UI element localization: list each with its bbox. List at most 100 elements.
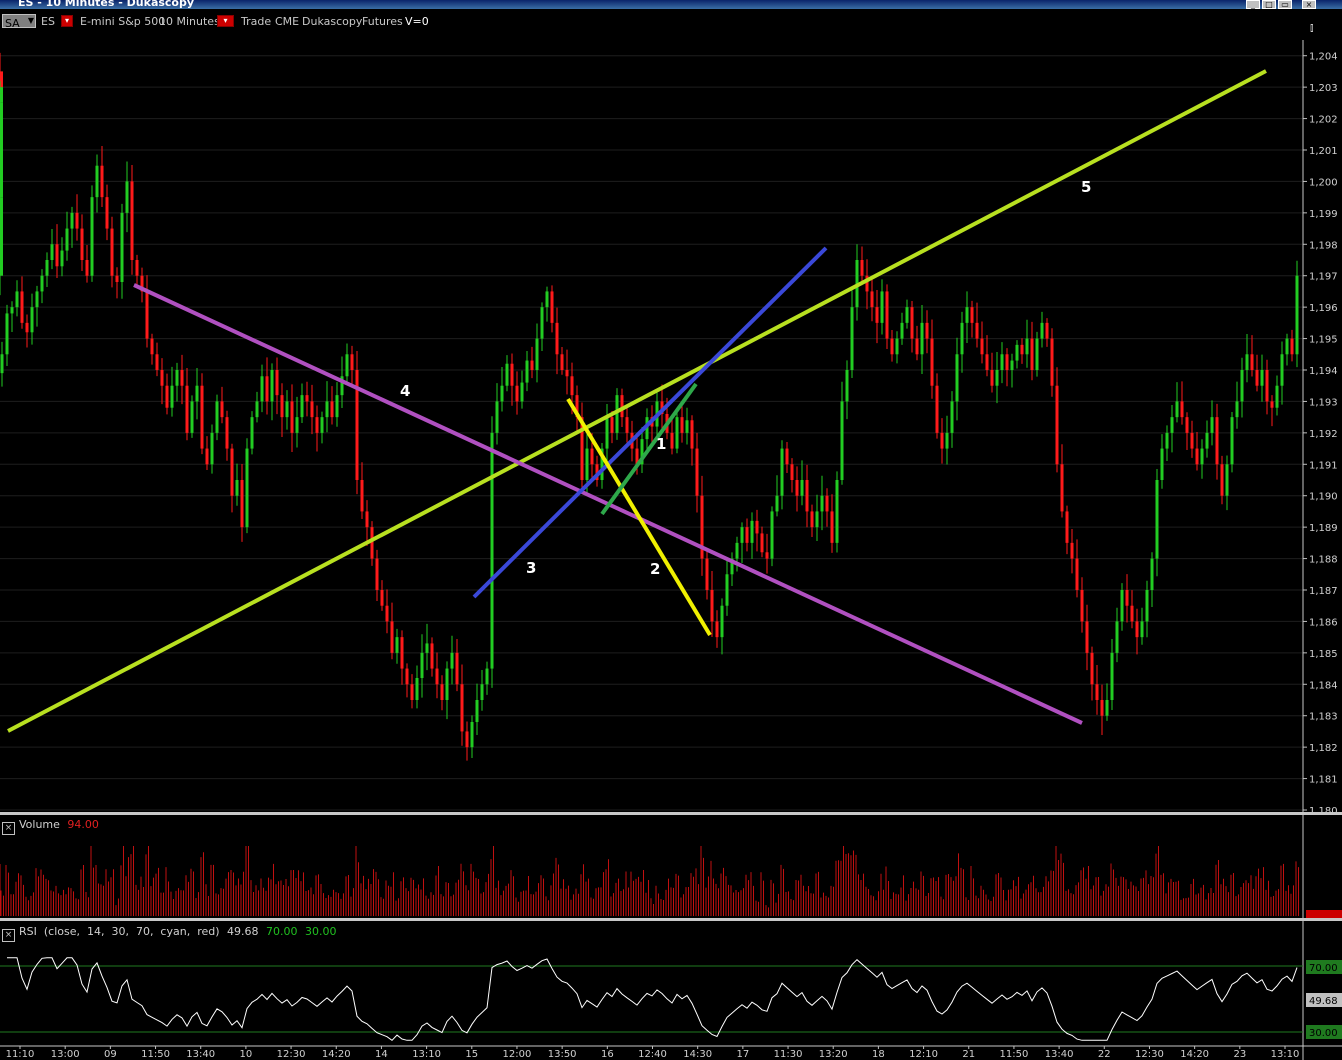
time-tick-label: 14 — [375, 1049, 388, 1060]
candle-body — [1140, 621, 1144, 638]
candle-body — [935, 385, 939, 433]
time-tick-label: 13:00 — [51, 1049, 80, 1060]
candle-body — [200, 385, 204, 449]
time-tick-label: 12:10 — [909, 1049, 938, 1060]
candle-body — [1250, 354, 1254, 370]
candle-body — [565, 370, 569, 377]
candle-body — [1200, 448, 1204, 465]
candle-body — [380, 590, 384, 606]
candle-body — [190, 401, 194, 433]
price-tick-label: 1,203 — [1309, 83, 1338, 94]
time-axis[interactable]: 11:10 13:00 09 11:50 13:40 10 12:30 14:20 14 13:1… — [6, 1046, 1300, 1060]
candle-body — [720, 605, 724, 638]
candle-body — [505, 363, 509, 386]
close-pane-icon[interactable]: × — [2, 929, 15, 942]
time-tick-label: 13:50 — [548, 1049, 577, 1060]
chart-canvas[interactable]: 1 2 3 4 5 1,204 1,203 1,202 1,201 1,200 1,199… — [0, 0, 1342, 1060]
candle-body — [915, 338, 919, 355]
candle-body — [955, 354, 959, 402]
candle-body — [950, 401, 954, 433]
candle-body — [350, 354, 354, 370]
candle-body — [225, 417, 229, 449]
candle-body — [1075, 558, 1079, 590]
candle-body — [980, 338, 984, 355]
time-tick-label: 14:30 — [683, 1049, 712, 1060]
candle-body — [35, 291, 39, 308]
close-pane-icon[interactable]: × — [2, 822, 15, 835]
candle-body — [180, 370, 184, 386]
candle-body — [1225, 464, 1229, 496]
candle-body — [450, 652, 454, 669]
candle-body — [890, 338, 894, 355]
volume-title: Volume — [19, 818, 60, 831]
candle-body — [985, 354, 989, 370]
time-tick-label: 11:10 — [6, 1049, 35, 1060]
candle-body — [410, 684, 414, 700]
candle-body — [1100, 700, 1104, 716]
candle-body — [965, 307, 969, 323]
candle-body — [255, 401, 259, 418]
candle-body — [440, 684, 444, 700]
candle-body — [515, 385, 519, 402]
candle-body — [930, 338, 934, 386]
candle-body — [740, 527, 744, 543]
volume-value: 94.00 — [67, 818, 99, 831]
candle-body — [435, 668, 439, 685]
candle-body — [1110, 652, 1114, 700]
time-tick-label: 22 — [1098, 1049, 1111, 1060]
candle-body — [235, 480, 239, 496]
candle-body — [1255, 370, 1259, 386]
time-tick-label: 11:50 — [1000, 1049, 1029, 1060]
candle-body — [675, 417, 679, 449]
time-tick-label: 13:40 — [1045, 1049, 1074, 1060]
candle-body — [25, 322, 29, 333]
price-axis[interactable]: 1,204 1,203 1,202 1,201 1,200 1,199 1,198 1,197… — [1303, 52, 1338, 817]
candle-body — [800, 480, 804, 496]
candle-body — [75, 212, 79, 229]
candle-body — [0, 354, 4, 374]
candle-body — [390, 621, 394, 653]
price-tick-label: 1,181 — [1309, 775, 1338, 786]
candle-body — [840, 401, 844, 480]
candle-body — [1050, 338, 1054, 386]
candle-body — [745, 527, 749, 543]
candle-body — [885, 291, 889, 339]
candle-body — [320, 417, 324, 433]
candle-body — [285, 401, 289, 418]
candle-body — [895, 338, 899, 355]
candle-body — [910, 307, 914, 339]
candle-body — [1210, 417, 1214, 433]
candle-body — [1155, 480, 1159, 559]
candle-body — [920, 322, 924, 355]
candle-body — [315, 417, 319, 433]
candle-body — [1220, 464, 1224, 496]
candle-body — [210, 432, 214, 465]
annotation-4: 4 — [400, 382, 410, 400]
volume-bars — [0, 846, 1299, 916]
time-tick-label: 11:30 — [774, 1049, 803, 1060]
candle-body — [195, 385, 199, 402]
candle-body — [1010, 360, 1014, 370]
price-tick-label: 1,187 — [1309, 586, 1338, 597]
candle-body — [1060, 464, 1064, 512]
candle-body — [1280, 354, 1284, 386]
candle-body — [45, 260, 49, 276]
candle-body — [960, 322, 964, 355]
candle-body — [670, 432, 674, 449]
rsi-value: 49.68 — [227, 925, 259, 938]
candle-body — [65, 228, 69, 251]
price-tick-label: 1,195 — [1309, 335, 1338, 346]
candle-body — [1020, 344, 1024, 355]
candle-body — [1205, 432, 1209, 449]
candle-body — [970, 307, 974, 323]
candle-body — [1130, 605, 1134, 622]
time-tick-label: 15 — [465, 1049, 478, 1060]
candle-body — [375, 558, 379, 590]
candle-body — [110, 228, 114, 276]
candle-body — [145, 291, 149, 339]
candle-body — [570, 376, 574, 396]
candle-body — [220, 401, 224, 418]
candle-body — [40, 275, 44, 292]
candle-body — [480, 684, 484, 700]
candle-body — [425, 643, 429, 653]
